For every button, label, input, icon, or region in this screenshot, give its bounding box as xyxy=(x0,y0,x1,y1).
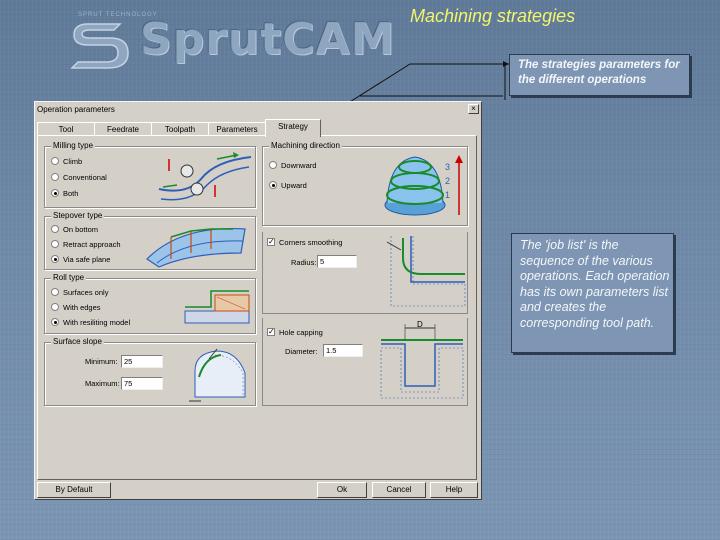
stepover-type-label: Stepover type xyxy=(51,211,105,220)
milling-type-illustration-icon xyxy=(158,152,252,201)
hole-capping-group: ✓ Hole capping Diameter: 1.5 D xyxy=(262,318,468,406)
maximum-slope-input[interactable]: 75 xyxy=(121,377,163,390)
tab-strip: Tool Feedrate Toolpath Parameters Strate… xyxy=(37,119,477,137)
maximum-label: Maximum: xyxy=(85,379,120,388)
radio-dot-selected xyxy=(51,318,59,327)
surface-slope-label: Surface slope xyxy=(51,337,104,346)
corner-smoothing-illustration-icon xyxy=(386,236,466,307)
radio-conventional[interactable]: Conventional xyxy=(51,173,107,183)
callout-strategies: The strategies parameters for the differ… xyxy=(509,54,690,96)
surface-slope-group: Surface slope Minimum: 25 Maximum: 75 xyxy=(44,337,256,406)
checkbox-label: Corners smoothing xyxy=(279,238,343,247)
step-number-3: 3 xyxy=(445,162,450,172)
diameter-input[interactable]: 1.5 xyxy=(323,344,363,357)
radio-dot xyxy=(51,240,59,249)
radio-dot xyxy=(51,288,59,297)
radio-label: Via safe plane xyxy=(63,255,111,264)
radio-dot xyxy=(51,303,59,312)
roll-type-group: Roll type Surfaces only With edges With … xyxy=(44,273,256,334)
logo-wordmark: SprutCAM xyxy=(140,14,396,65)
tab-tool[interactable]: Tool xyxy=(37,122,95,136)
radio-label: Both xyxy=(63,189,79,198)
logo-s-mark-icon xyxy=(70,23,129,69)
radio-label: Downward xyxy=(281,161,317,170)
step-number-2: 2 xyxy=(445,176,450,186)
radio-downward[interactable]: Downward xyxy=(269,161,316,171)
machining-direction-label: Machining direction xyxy=(269,141,342,150)
radio-with-resiliting-model[interactable]: With resiliting model xyxy=(51,318,130,328)
radio-label: On bottom xyxy=(63,225,99,234)
roll-type-illustration-icon xyxy=(184,290,250,324)
checkbox-label: Hole capping xyxy=(279,328,323,337)
radio-label: With resiliting model xyxy=(63,318,131,327)
roll-type-label: Roll type xyxy=(51,273,87,282)
radio-dot xyxy=(269,161,277,170)
check-icon: ✓ xyxy=(267,327,275,337)
hole-capping-illustration-icon: D xyxy=(380,320,464,399)
radio-dot xyxy=(51,225,59,234)
operation-parameters-dialog: Operation parameters × Tool Feedrate Too… xyxy=(34,101,482,500)
stepover-type-group: Stepover type On bottom Retract approach… xyxy=(44,211,256,270)
corners-smoothing-checkbox[interactable]: ✓ Corners smoothing xyxy=(267,238,342,248)
tab-parameters[interactable]: Parameters xyxy=(208,122,266,136)
radio-climb[interactable]: Climb xyxy=(51,157,82,167)
corners-smoothing-group: ✓ Corners smoothing Radius: 5 xyxy=(262,232,468,314)
minimum-slope-input[interactable]: 25 xyxy=(121,355,163,368)
machining-direction-illustration-icon: 3 2 1 xyxy=(384,155,463,216)
minimum-label: Minimum: xyxy=(85,357,118,366)
by-default-button[interactable]: By Default xyxy=(37,482,111,498)
callout-job-list: The 'job list' is the sequence of the va… xyxy=(511,233,674,353)
radio-label: Climb xyxy=(63,157,83,166)
diameter-label: Diameter: xyxy=(285,347,318,356)
surface-slope-illustration-icon xyxy=(189,348,246,402)
radio-on-bottom[interactable]: On bottom xyxy=(51,225,98,235)
help-button[interactable]: Help xyxy=(430,482,478,498)
radio-label: Retract approach xyxy=(63,240,121,249)
tab-feedrate[interactable]: Feedrate xyxy=(94,122,152,136)
stepover-illustration-icon xyxy=(146,227,246,268)
radio-label: Surfaces only xyxy=(63,288,109,297)
radio-surfaces-only[interactable]: Surfaces only xyxy=(51,288,108,298)
ok-button[interactable]: Ok xyxy=(317,482,367,498)
strategy-tab-pane: Milling type Climb Conventional Both Ste… xyxy=(37,135,477,480)
hole-capping-checkbox[interactable]: ✓ Hole capping xyxy=(267,328,323,338)
radio-label: With edges xyxy=(63,303,101,312)
radio-dot-selected xyxy=(51,189,59,198)
radio-dot-selected xyxy=(51,255,59,264)
radio-label: Upward xyxy=(281,181,307,190)
tab-strategy[interactable]: Strategy xyxy=(265,119,321,137)
radio-dot xyxy=(51,157,59,166)
dialog-title: Operation parameters xyxy=(37,105,115,114)
milling-type-group: Milling type Climb Conventional Both xyxy=(44,141,256,208)
slide-title: Machining strategies xyxy=(410,6,576,26)
step-number-1: 1 xyxy=(445,190,450,200)
milling-type-label: Milling type xyxy=(51,141,96,150)
machining-direction-group: Machining direction Downward Upward 3 2 … xyxy=(262,141,468,226)
sprutcam-logo: SPRUT TECHNOLOGY SprutCAM xyxy=(70,8,394,69)
radio-with-edges[interactable]: With edges xyxy=(51,303,101,313)
cancel-button[interactable]: Cancel xyxy=(372,482,426,498)
radius-input[interactable]: 5 xyxy=(317,255,357,268)
tab-toolpath[interactable]: Toolpath xyxy=(151,122,209,136)
diameter-marker: D xyxy=(417,320,423,329)
check-icon: ✓ xyxy=(267,237,275,247)
radio-both[interactable]: Both xyxy=(51,189,78,199)
radio-dot-selected xyxy=(269,181,277,190)
radio-dot xyxy=(51,173,59,182)
radio-retract-approach[interactable]: Retract approach xyxy=(51,240,121,250)
close-icon[interactable]: × xyxy=(468,104,479,114)
radio-via-safe-plane[interactable]: Via safe plane xyxy=(51,255,110,265)
radio-upward[interactable]: Upward xyxy=(269,181,307,191)
radius-label: Radius: xyxy=(291,258,317,267)
radio-label: Conventional xyxy=(63,173,107,182)
